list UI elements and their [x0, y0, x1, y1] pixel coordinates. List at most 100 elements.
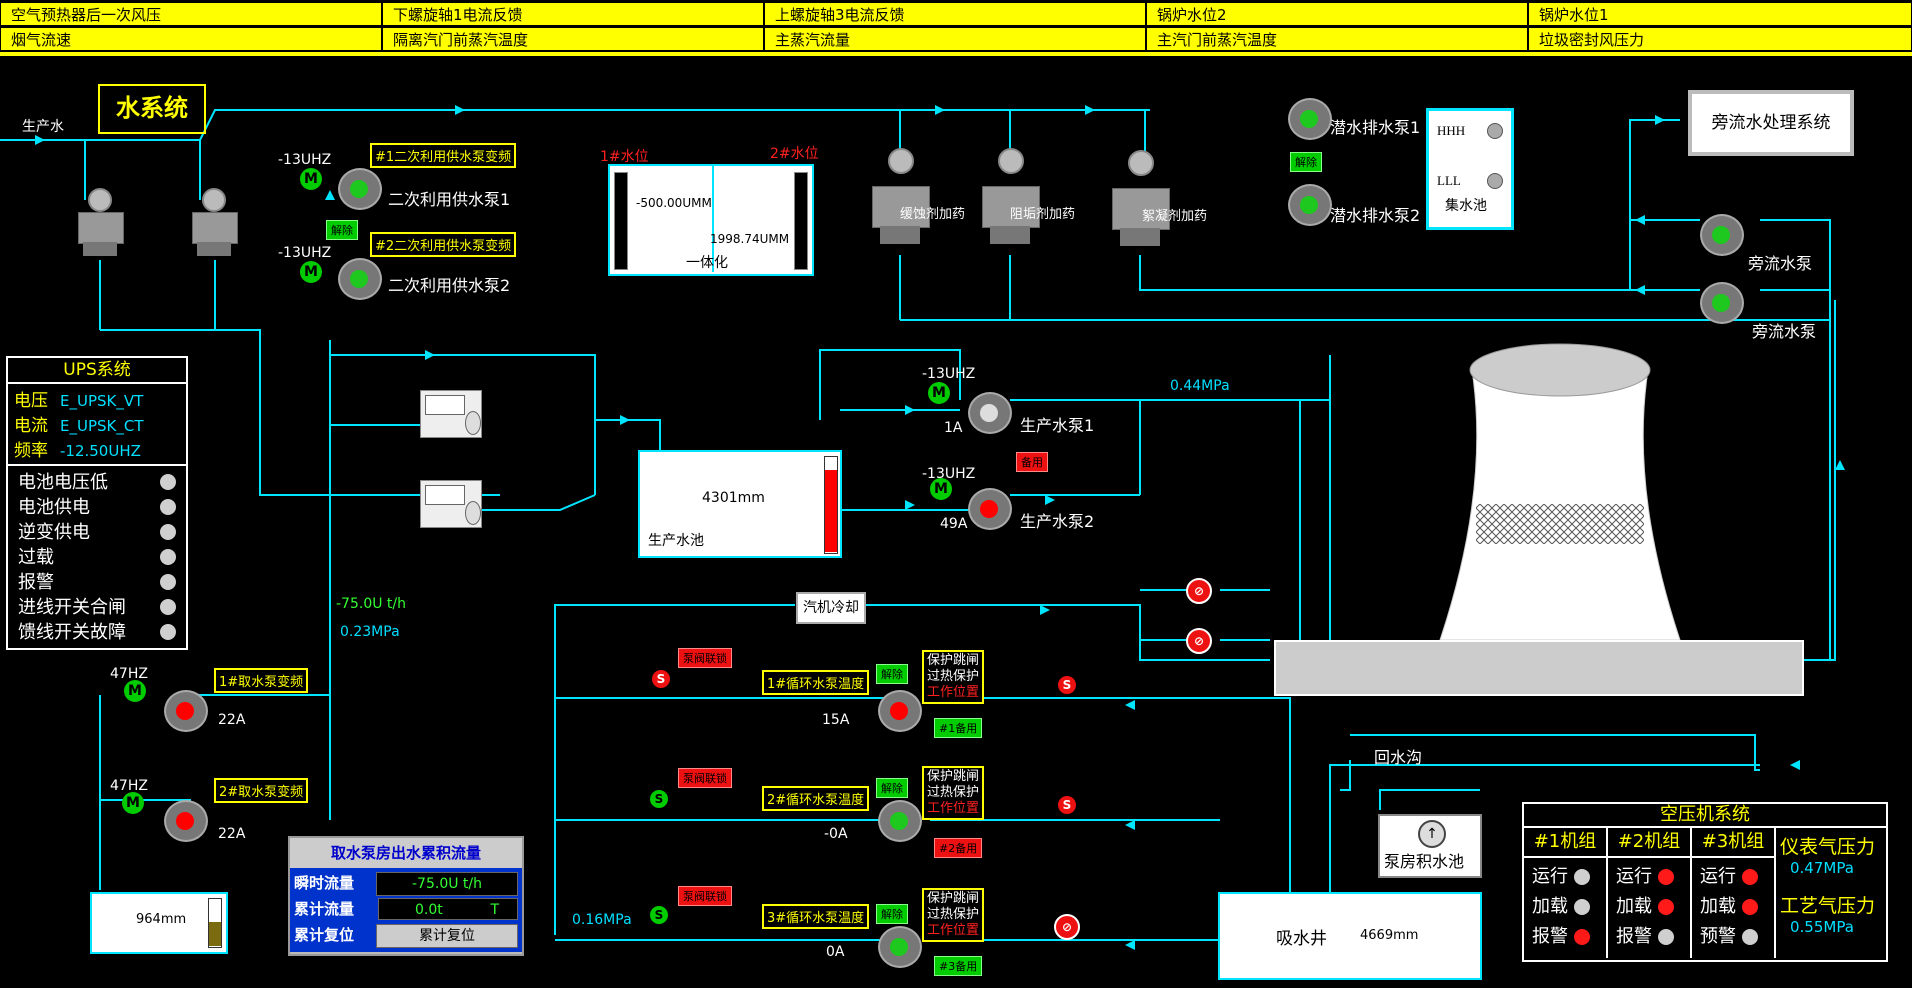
bypass-treatment-system[interactable]: 旁流水处理系统: [1688, 90, 1854, 156]
valve-closed-icon[interactable]: ⊘: [1054, 914, 1080, 940]
prod-pump2-label: 生产水泵2: [1020, 512, 1095, 531]
hhh-label: HHH: [1437, 123, 1466, 138]
pump-icon[interactable]: [878, 800, 922, 842]
release-button[interactable]: 解除: [876, 904, 908, 924]
pump-icon[interactable]: [1288, 98, 1332, 140]
air-compressor-panel: 空压机系统 #1机组 运行 加载 报警 #2机组 运行 加载 报警 #3机组 运…: [1522, 802, 1888, 962]
status-lamp: [160, 499, 176, 515]
page-title: 水系统: [98, 84, 206, 134]
protection-status-box: 保护跳闸 过热保护 工作位置: [922, 766, 985, 820]
motor-icon: M: [300, 168, 322, 190]
pump-valve-interlock-badge[interactable]: 泵阀联锁: [678, 886, 732, 906]
motor-icon: M: [300, 261, 322, 283]
status-lamp: [1657, 899, 1674, 915]
secondary-pump2-vfd-tag[interactable]: #2二次利用供水泵变频: [370, 232, 517, 257]
valve-open-icon[interactable]: S: [1058, 796, 1076, 814]
ups-row-value: -12.50UHZ: [60, 442, 141, 460]
reset-button[interactable]: 累计复位: [376, 924, 518, 948]
suction-well[interactable]: 吸水井 4669mm: [1218, 892, 1482, 980]
ups-status-row: 进线开关合闸: [18, 595, 176, 620]
standby-badge[interactable]: #3备用: [934, 956, 983, 976]
release-button[interactable]: 解除: [876, 664, 908, 684]
dosing-tank-2[interactable]: [982, 148, 1040, 256]
production-pool-level: 4301mm: [702, 490, 765, 506]
intake-pump2-vfd-tag[interactable]: 2#取水泵变频: [214, 778, 309, 803]
dosing-tank-3[interactable]: [1112, 150, 1170, 258]
level-lamp: [1487, 173, 1503, 189]
valve-closed-icon[interactable]: ⊘: [1186, 578, 1212, 604]
ups-status-row: 逆变供电: [18, 520, 176, 545]
turbine-cooling[interactable]: 汽机冷却: [796, 592, 866, 624]
ups-status-row: 电池供电: [18, 495, 176, 520]
valve-closed-icon[interactable]: ⊘: [1186, 628, 1212, 654]
secondary-pump1-freq: -13UHZ: [278, 152, 332, 168]
filter-tank-1[interactable]: [78, 188, 124, 258]
valve-open-icon[interactable]: S: [650, 790, 668, 808]
cooling-tower-basin: [1274, 640, 1804, 696]
integrated-label: 一体化: [686, 255, 728, 271]
prod-pump2-amp: 49A: [940, 516, 968, 532]
valve-open-icon[interactable]: S: [1058, 676, 1076, 694]
ups-title: UPS系统: [8, 358, 186, 384]
circ-pump1-temp-tag[interactable]: 1#循环水泵温度: [762, 670, 870, 695]
intake-flow: -75.0U t/h: [336, 596, 406, 612]
intake-pump1-vfd-tag[interactable]: 1#取水泵变频: [214, 668, 309, 693]
status-lamp: [160, 474, 176, 490]
instrument-air-label: 仪表气压力: [1780, 836, 1876, 858]
compressor-title: 空压机系统: [1524, 804, 1886, 828]
circ-pump2-temp-tag[interactable]: 2#循环水泵温度: [762, 786, 870, 811]
pump-icon[interactable]: [1288, 184, 1332, 226]
circ-pump3-amp: 0A: [826, 944, 845, 960]
status-lamp: [1657, 929, 1674, 945]
collection-pool[interactable]: HHH LLL 集水池: [1426, 108, 1514, 230]
status-lamp: [1741, 899, 1758, 915]
total-flow-label: 累计流量: [294, 900, 355, 918]
status-lamp: [160, 574, 176, 590]
standby-badge[interactable]: #1备用: [934, 718, 983, 738]
circ-pressure: 0.16MPa: [572, 912, 632, 928]
bypass-pump2-label: 旁流水泵: [1752, 322, 1817, 341]
valve-open-icon[interactable]: S: [652, 670, 670, 688]
level-lamp: [1487, 123, 1503, 139]
motor-icon: M: [122, 792, 144, 814]
pump-icon[interactable]: [968, 392, 1012, 434]
pump-icon[interactable]: [164, 800, 208, 842]
collection-pool-label: 集水池: [1445, 198, 1487, 214]
process-air-label: 工艺气压力: [1780, 895, 1876, 917]
instrument-air-value: 0.47MPa: [1790, 859, 1854, 877]
pump-valve-interlock-badge[interactable]: 泵阀联锁: [678, 768, 732, 788]
level1-tag: 1#水位: [600, 149, 649, 165]
release-button[interactable]: 解除: [876, 778, 908, 798]
softener-unit-1[interactable]: [420, 390, 482, 438]
pump-icon[interactable]: [968, 488, 1012, 530]
pump-icon[interactable]: [1700, 282, 1744, 324]
prod-pump2-freq: -13UHZ: [922, 466, 976, 482]
pump-valve-interlock-badge[interactable]: 泵阀联锁: [678, 648, 732, 668]
release-button[interactable]: 解除: [326, 220, 358, 240]
filter-tank-2[interactable]: [192, 188, 238, 258]
pump-icon[interactable]: [338, 168, 382, 210]
prod-pump1-label: 生产水泵1: [1020, 416, 1095, 435]
pump-icon[interactable]: [338, 258, 382, 300]
ups-status-panel: 电池电压低 电池供电 逆变供电 过载 报警 进线开关合闸 馈线开关故障: [6, 464, 188, 650]
softener-unit-2[interactable]: [420, 480, 482, 528]
pump-icon[interactable]: [878, 690, 922, 732]
status-lamp: [1657, 869, 1674, 885]
pump-icon[interactable]: [1700, 214, 1744, 256]
level2-value: 1998.74UMM: [710, 232, 790, 246]
pump-icon[interactable]: [878, 926, 922, 968]
release-button[interactable]: 解除: [1290, 152, 1322, 172]
standby-badge[interactable]: 备用: [1016, 452, 1048, 472]
standby-badge[interactable]: #2备用: [934, 838, 983, 858]
pump-icon[interactable]: [164, 690, 208, 732]
pump-room-pool[interactable]: ↑ 泵房积水池: [1378, 814, 1482, 878]
dosing-tank-1[interactable]: [872, 148, 930, 256]
circ-pump1-amp: 15A: [822, 712, 850, 728]
motor-icon: M: [930, 478, 952, 500]
valve-open-icon[interactable]: S: [650, 906, 668, 924]
secondary-pump1-vfd-tag[interactable]: #1二次利用供水泵变频: [370, 143, 517, 168]
status-lamp: [1573, 929, 1590, 945]
intake-pump1-freq: 47HZ: [110, 666, 148, 682]
ups-status-row: 馈线开关故障: [18, 620, 176, 645]
circ-pump3-temp-tag[interactable]: 3#循环水泵温度: [762, 904, 870, 929]
